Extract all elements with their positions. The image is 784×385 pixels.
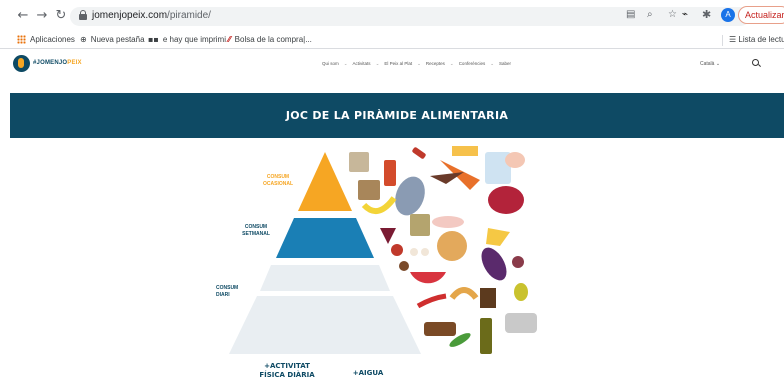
food-item-nuts[interactable] bbox=[399, 261, 409, 271]
footer-water: +AIGUA bbox=[352, 369, 384, 377]
site-header: #JOMENJOPEIX Qui som ⌄ Activitats ⌄ El Pei… bbox=[0, 50, 784, 78]
food-item-bag-2[interactable] bbox=[410, 214, 430, 236]
language-select[interactable]: Català ⌄ bbox=[700, 61, 720, 67]
food-item-shrimp[interactable] bbox=[505, 152, 525, 168]
nav-item[interactable]: Activitats bbox=[353, 61, 371, 67]
browser-toolbar: ← → ↻ jomenjopeix.com/piramide/ ▤ ⌕ ☆ ⌁ … bbox=[0, 0, 784, 32]
globe-icon: ⊕ bbox=[80, 35, 87, 44]
label-weekly: CONSUM SETMANAL bbox=[242, 224, 270, 237]
lock-icon bbox=[79, 10, 87, 20]
pyramid-mid-weekly[interactable] bbox=[276, 218, 374, 258]
pyramid-game: CONSUM OCASIONAL CONSUM SETMANAL CONSUM DIA… bbox=[0, 138, 784, 385]
bookmark-favicon-icon: ▪▪ bbox=[148, 35, 159, 44]
food-item-bread[interactable] bbox=[437, 231, 467, 261]
bookmark-star-icon[interactable]: ☆ bbox=[668, 9, 677, 20]
food-item-beet[interactable] bbox=[380, 228, 396, 244]
food-item-pepper[interactable] bbox=[416, 293, 447, 309]
pyramid-top-occasional[interactable] bbox=[298, 152, 352, 211]
food-item-pear[interactable] bbox=[514, 283, 528, 301]
game-canvas bbox=[229, 146, 537, 354]
food-item-eggplant[interactable] bbox=[476, 243, 511, 284]
food-item-ham[interactable] bbox=[432, 216, 464, 228]
shopping-favicon-icon: ⁄⁄ bbox=[228, 35, 231, 44]
food-item-egg-2[interactable] bbox=[421, 248, 429, 256]
back-arrow-icon[interactable]: ← bbox=[14, 8, 32, 23]
food-item-croissant[interactable] bbox=[449, 287, 479, 300]
food-item-fish[interactable] bbox=[390, 172, 430, 219]
food-item-watermelon[interactable] bbox=[410, 272, 446, 284]
nav-item[interactable]: Qui som bbox=[322, 61, 339, 67]
avatar[interactable]: A bbox=[721, 8, 735, 22]
logo-icon[interactable] bbox=[13, 55, 30, 72]
food-item-oil[interactable] bbox=[480, 318, 492, 354]
food-item-fries[interactable] bbox=[452, 146, 478, 156]
food-item-bag[interactable] bbox=[349, 152, 369, 172]
reading-list[interactable]: ☰ Lista de lectu bbox=[729, 35, 784, 44]
zoom-icon[interactable]: ⌕ bbox=[647, 9, 653, 20]
bookmark-printer[interactable]: ▪▪ e hay que imprimi bbox=[148, 35, 226, 44]
label-daily: CONSUM DIARI bbox=[216, 285, 239, 298]
reload-icon[interactable]: ↻ bbox=[52, 8, 70, 23]
bookmark-apps[interactable]: Aplicaciones bbox=[17, 35, 75, 44]
site-nav: Qui som ⌄ Activitats ⌄ El Peix al Plat ⌄ Re… bbox=[322, 61, 511, 67]
site-logo[interactable]: #JOMENJOPEIX bbox=[33, 60, 82, 66]
nav-item[interactable]: Saber bbox=[499, 61, 511, 67]
address-bar[interactable]: jomenjopeix.com/piramide/ ▤ ⌕ ☆ bbox=[70, 7, 750, 26]
nav-item[interactable]: Receptes bbox=[426, 61, 445, 67]
forward-arrow-icon[interactable]: → bbox=[33, 8, 51, 23]
label-occasional: CONSUM OCASIONAL bbox=[263, 174, 293, 187]
extensions-puzzle-icon[interactable]: ✱ bbox=[702, 8, 711, 21]
food-item-chocolate-bar[interactable] bbox=[480, 288, 496, 308]
food-item-beans[interactable] bbox=[512, 256, 524, 268]
food-item-sausage[interactable] bbox=[412, 147, 427, 160]
apps-grid-icon bbox=[17, 35, 26, 44]
food-item-can[interactable] bbox=[384, 160, 396, 186]
nav-item[interactable]: El Peix al Plat bbox=[384, 61, 412, 67]
pyramid-low-daily-1[interactable] bbox=[260, 265, 390, 291]
extension-icon[interactable]: ⌁ bbox=[682, 9, 694, 21]
food-item-tomato[interactable] bbox=[391, 244, 403, 256]
food-item-cheese[interactable] bbox=[486, 228, 510, 246]
update-button[interactable]: Actualizar bbox=[738, 6, 784, 24]
translate-icon[interactable]: ▤ bbox=[626, 9, 635, 20]
footer-activity: +ACTIVITAT FÍSICA DIÀRIA bbox=[259, 362, 315, 379]
pyramid-low-daily-2[interactable] bbox=[229, 296, 421, 354]
page-title: JOC DE LA PIRÀMIDE ALIMENTARIA bbox=[285, 109, 509, 122]
food-item-box[interactable] bbox=[358, 180, 380, 200]
nav-item[interactable]: Conferències bbox=[459, 61, 486, 67]
search-icon[interactable] bbox=[752, 59, 759, 66]
bookmark-new-tab[interactable]: ⊕ Nueva pestaña bbox=[80, 35, 145, 44]
food-item-egg[interactable] bbox=[410, 248, 418, 256]
reading-list-icon: ☰ bbox=[729, 35, 737, 44]
food-item-rice[interactable] bbox=[505, 313, 537, 333]
url-text[interactable]: jomenjopeix.com/piramide/ bbox=[92, 10, 211, 21]
bookmarks-bar: Aplicaciones ⊕ Nueva pestaña ▪▪ e hay que … bbox=[0, 32, 784, 49]
food-item-meat[interactable] bbox=[424, 322, 456, 336]
food-item-steak[interactable] bbox=[488, 186, 524, 214]
page-banner: JOC DE LA PIRÀMIDE ALIMENTARIA bbox=[10, 93, 784, 138]
bookmark-shopping[interactable]: ⁄⁄ Bolsa de la compra|... bbox=[228, 35, 312, 44]
